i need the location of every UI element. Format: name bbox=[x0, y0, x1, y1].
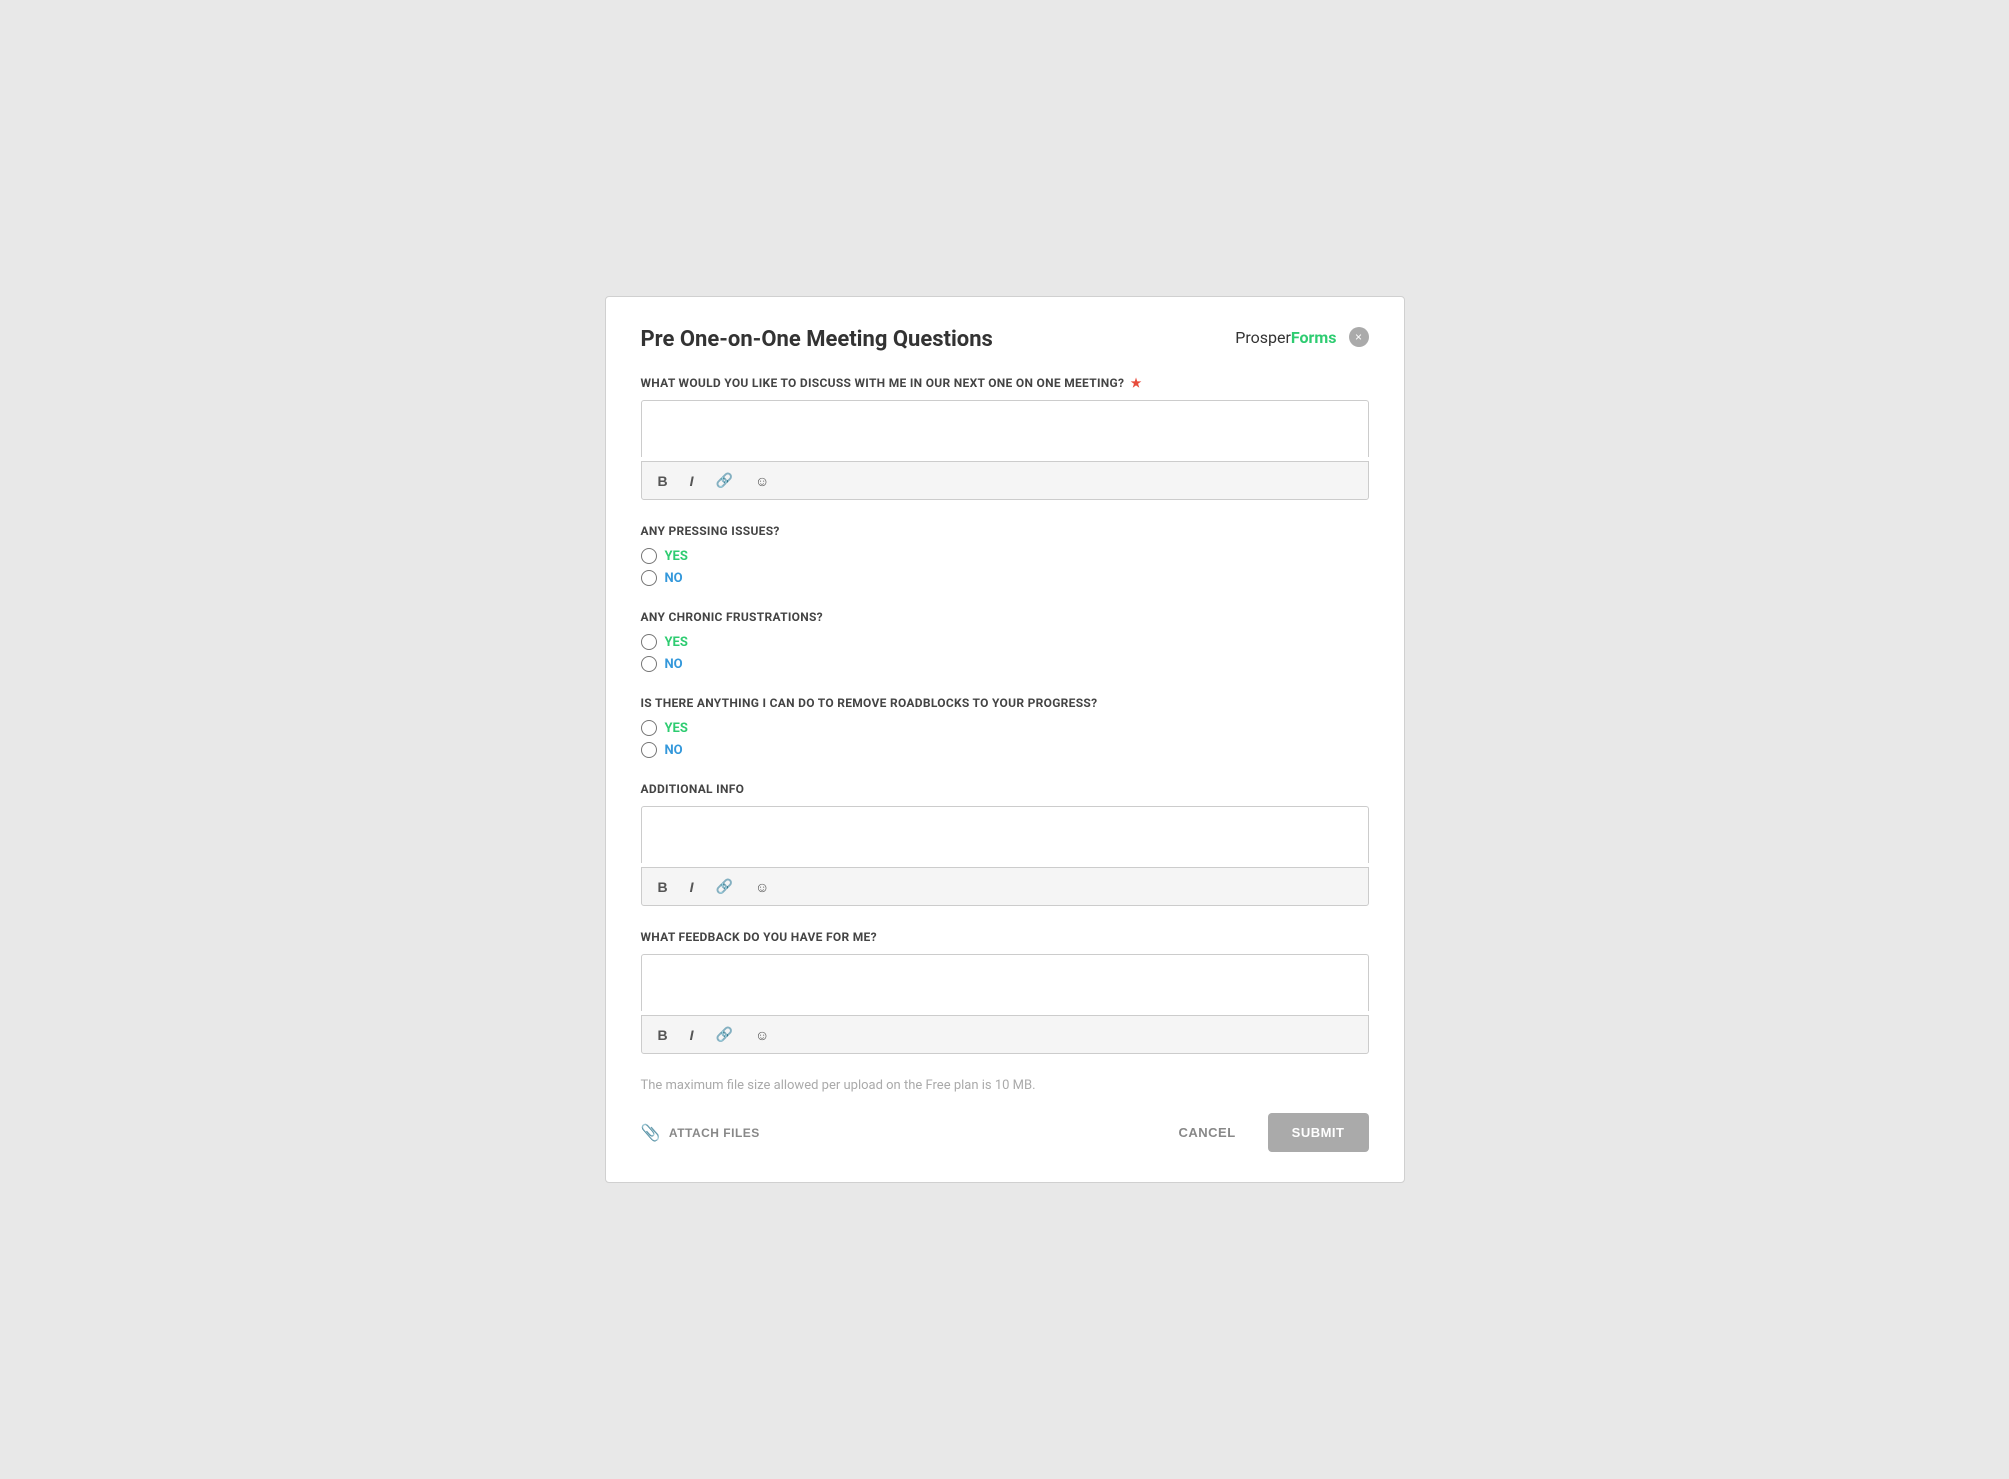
question-discuss-label: WHAT WOULD YOU LIKE TO DISCUSS WITH ME I… bbox=[641, 376, 1369, 390]
feedback-emoji-button[interactable]: ☺ bbox=[751, 1025, 773, 1045]
modal-overlay: Pre One-on-One Meeting Questions Prosper… bbox=[20, 296, 1989, 1183]
footer-right: CANCEL SUBMIT bbox=[1162, 1113, 1368, 1152]
question-additional-info-section: ADDITIONAL INFO B I 🔗 ☺ bbox=[641, 782, 1369, 906]
question-discuss-section: WHAT WOULD YOU LIKE TO DISCUSS WITH ME I… bbox=[641, 376, 1369, 500]
pressing-issues-yes-label[interactable]: YES bbox=[665, 549, 688, 564]
discuss-emoji-button[interactable]: ☺ bbox=[751, 471, 773, 491]
discuss-link-button[interactable]: 🔗 bbox=[712, 470, 737, 491]
roadblocks-yes-radio[interactable] bbox=[641, 720, 657, 736]
roadblocks-yes-label[interactable]: YES bbox=[665, 721, 688, 736]
form-title: Pre One-on-One Meeting Questions bbox=[641, 327, 1236, 352]
question-roadblocks-section: IS THERE ANYTHING I CAN DO TO REMOVE ROA… bbox=[641, 696, 1369, 758]
form-container: Pre One-on-One Meeting Questions Prosper… bbox=[605, 296, 1405, 1183]
feedback-link-button[interactable]: 🔗 bbox=[712, 1024, 737, 1045]
roadblocks-label: IS THERE ANYTHING I CAN DO TO REMOVE ROA… bbox=[641, 696, 1369, 710]
pressing-issues-no-radio[interactable] bbox=[641, 570, 657, 586]
discuss-italic-button[interactable]: I bbox=[686, 471, 698, 491]
chronic-frustrations-yes-option: YES bbox=[641, 634, 1369, 650]
cancel-button[interactable]: CANCEL bbox=[1162, 1115, 1251, 1150]
chronic-frustrations-label: ANY CHRONIC FRUSTRATIONS? bbox=[641, 610, 1369, 624]
feedback-toolbar: B I 🔗 ☺ bbox=[641, 1015, 1369, 1054]
discuss-input[interactable] bbox=[641, 400, 1369, 457]
chronic-frustrations-yes-radio[interactable] bbox=[641, 634, 657, 650]
additional-info-input[interactable] bbox=[641, 806, 1369, 863]
chronic-frustrations-no-radio[interactable] bbox=[641, 656, 657, 672]
feedback-label: WHAT FEEDBACK DO YOU HAVE FOR ME? bbox=[641, 930, 1369, 944]
required-star: ★ bbox=[1127, 376, 1141, 390]
additional-info-bold-button[interactable]: B bbox=[654, 877, 672, 897]
chronic-frustrations-no-option: NO bbox=[641, 656, 1369, 672]
logo-text: ProsperForms bbox=[1235, 328, 1336, 347]
additional-info-emoji-button[interactable]: ☺ bbox=[751, 877, 773, 897]
attach-files-button[interactable]: 📎 ATTACH FILES bbox=[641, 1123, 760, 1143]
feedback-bold-button[interactable]: B bbox=[654, 1025, 672, 1045]
question-feedback-section: WHAT FEEDBACK DO YOU HAVE FOR ME? B I 🔗 … bbox=[641, 930, 1369, 1054]
pressing-issues-yes-option: YES bbox=[641, 548, 1369, 564]
roadblocks-no-radio[interactable] bbox=[641, 742, 657, 758]
close-button[interactable]: × bbox=[1349, 327, 1369, 347]
chronic-frustrations-yes-label[interactable]: YES bbox=[665, 635, 688, 650]
form-footer: 📎 ATTACH FILES CANCEL SUBMIT bbox=[641, 1113, 1369, 1152]
paperclip-icon: 📎 bbox=[641, 1123, 661, 1143]
discuss-toolbar: B I 🔗 ☺ bbox=[641, 461, 1369, 500]
logo-prosper: Prosper bbox=[1235, 328, 1291, 347]
discuss-bold-button[interactable]: B bbox=[654, 471, 672, 491]
roadblocks-no-label[interactable]: NO bbox=[665, 743, 683, 758]
feedback-input[interactable] bbox=[641, 954, 1369, 1011]
additional-info-label: ADDITIONAL INFO bbox=[641, 782, 1369, 796]
file-info: The maximum file size allowed per upload… bbox=[641, 1078, 1369, 1093]
form-title-group: Pre One-on-One Meeting Questions bbox=[641, 327, 1236, 358]
question-chronic-frustrations-section: ANY CHRONIC FRUSTRATIONS? YES NO bbox=[641, 610, 1369, 672]
roadblocks-no-option: NO bbox=[641, 742, 1369, 758]
chronic-frustrations-no-label[interactable]: NO bbox=[665, 657, 683, 672]
question-pressing-issues-section: ANY PRESSING ISSUES? YES NO bbox=[641, 524, 1369, 586]
additional-info-italic-button[interactable]: I bbox=[686, 877, 698, 897]
form-header: Pre One-on-One Meeting Questions Prosper… bbox=[641, 327, 1369, 358]
logo-area: ProsperForms × bbox=[1235, 327, 1368, 347]
pressing-issues-yes-radio[interactable] bbox=[641, 548, 657, 564]
pressing-issues-label: ANY PRESSING ISSUES? bbox=[641, 524, 1369, 538]
pressing-issues-no-label[interactable]: NO bbox=[665, 571, 683, 586]
logo-forms: Forms bbox=[1291, 328, 1337, 347]
pressing-issues-no-option: NO bbox=[641, 570, 1369, 586]
feedback-italic-button[interactable]: I bbox=[686, 1025, 698, 1045]
additional-info-link-button[interactable]: 🔗 bbox=[712, 876, 737, 897]
roadblocks-yes-option: YES bbox=[641, 720, 1369, 736]
attach-files-label: ATTACH FILES bbox=[669, 1126, 760, 1140]
submit-button[interactable]: SUBMIT bbox=[1268, 1113, 1369, 1152]
additional-info-toolbar: B I 🔗 ☺ bbox=[641, 867, 1369, 906]
